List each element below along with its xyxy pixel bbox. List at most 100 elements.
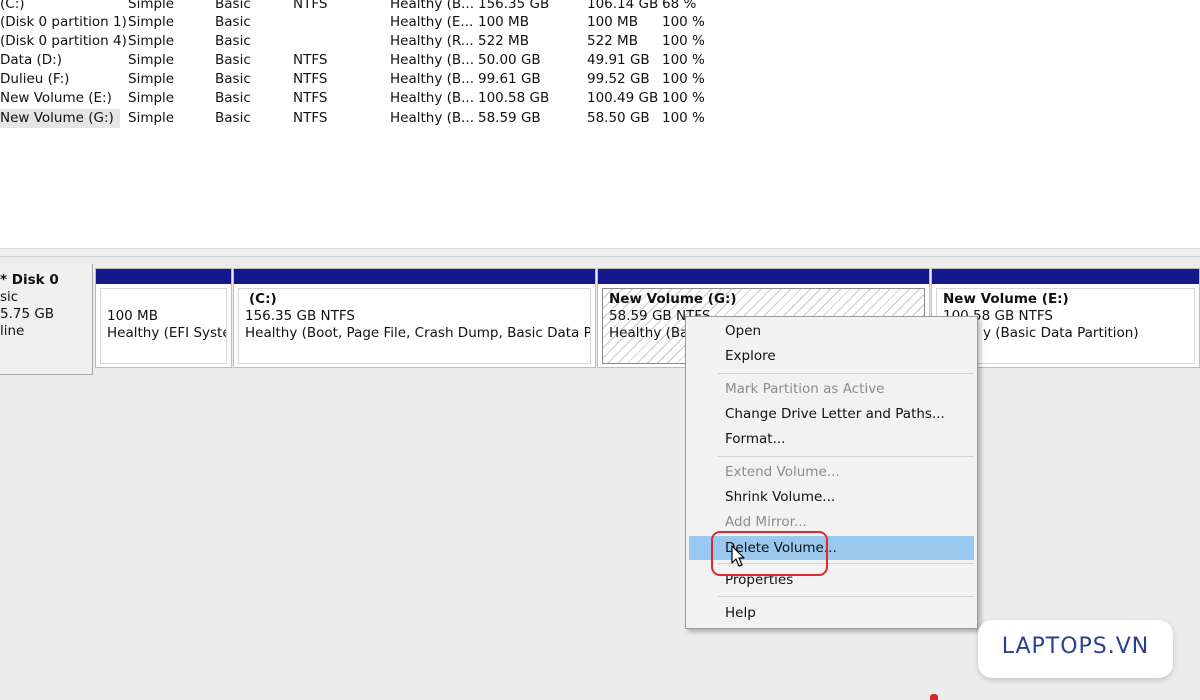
volume-name: Dulieu (F:) (0, 71, 70, 87)
volume-percent-free: 100 % (662, 14, 705, 30)
volume-capacity: 522 MB (478, 33, 529, 49)
partition-efi[interactable]: 100 MB Healthy (EFI System (95, 268, 232, 368)
volume-row[interactable]: (C:) Simple Basic NTFS Healthy (B... 156… (0, 0, 720, 14)
volume-row[interactable]: New Volume (E:) Simple Basic NTFS Health… (0, 89, 720, 108)
volume-layout: Simple (128, 71, 175, 87)
decorative-mark (930, 694, 938, 700)
volume-type: Basic (215, 0, 251, 12)
volume-row[interactable]: (Disk 0 partition 1) Simple Basic Health… (0, 13, 720, 32)
partition-name: New Volume (G:) (609, 291, 737, 307)
volume-status: Healthy (B... (390, 0, 475, 12)
menu-item-change-drive-letter[interactable]: Change Drive Letter and Paths... (689, 403, 974, 425)
volume-percent-free: 100 % (662, 52, 705, 68)
volume-status: Healthy (B... (390, 71, 475, 87)
menu-item-format[interactable]: Format... (689, 428, 974, 450)
disk-info-panel[interactable]: * Disk 0 sic 5.75 GB line (0, 264, 93, 375)
volume-name: (Disk 0 partition 1) (0, 14, 127, 30)
volume-file-system: NTFS (293, 90, 328, 106)
volume-layout: Simple (128, 33, 175, 49)
volume-percent-free: 68 % (662, 0, 697, 12)
volume-file-system: NTFS (293, 0, 328, 12)
partition-header-bar (234, 269, 595, 284)
menu-item-label: Explore (725, 348, 776, 364)
pane-splitter[interactable] (0, 248, 1200, 257)
volume-row-selected[interactable]: New Volume (G:) Simple Basic NTFS Health… (0, 109, 720, 128)
menu-separator (718, 373, 974, 374)
partition-size: 156.35 GB NTFS (245, 308, 355, 324)
volume-row[interactable]: Data (D:) Simple Basic NTFS Healthy (B..… (0, 51, 720, 70)
volume-name: (Disk 0 partition 4) (0, 33, 127, 49)
menu-item-open[interactable]: Open (689, 320, 974, 342)
volume-file-system: NTFS (293, 110, 328, 126)
volume-free-space: 99.52 GB (587, 71, 650, 87)
volume-free-space: 522 MB (587, 33, 638, 49)
menu-item-label: Shrink Volume... (725, 489, 836, 505)
disk-status: line (0, 323, 25, 339)
volume-status: Healthy (R... (390, 33, 474, 49)
volume-row[interactable]: (Disk 0 partition 4) Simple Basic Health… (0, 32, 720, 51)
menu-item-explore[interactable]: Explore (689, 345, 974, 367)
volume-type: Basic (215, 52, 251, 68)
watermark-text: LAPTOPS.VN (1001, 634, 1150, 659)
volume-list: (C:) Simple Basic NTFS Healthy (B... 156… (0, 0, 1200, 248)
menu-item-label: Extend Volume... (725, 464, 840, 480)
volume-free-space: 100.49 GB (587, 90, 659, 106)
partition-status: Healthy (Boot, Page File, Crash Dump, Ba… (245, 325, 591, 341)
annotation-highlight-box (711, 531, 828, 576)
partition-c[interactable]: (C:) 156.35 GB NTFS Healthy (Boot, Page … (233, 268, 596, 368)
menu-item-shrink-volume[interactable]: Shrink Volume... (689, 486, 974, 508)
partition-header-bar (932, 269, 1199, 284)
volume-percent-free: 100 % (662, 71, 705, 87)
volume-capacity: 100 MB (478, 14, 529, 30)
menu-item-extend-volume[interactable]: Extend Volume... (689, 461, 974, 483)
volume-type: Basic (215, 14, 251, 30)
volume-percent-free: 100 % (662, 90, 705, 106)
disk-type: sic (0, 289, 19, 305)
disk-name: * Disk 0 (0, 272, 59, 288)
volume-name: Data (D:) (0, 52, 63, 68)
partition-name: (C:) (249, 291, 277, 307)
volume-file-system: NTFS (293, 71, 328, 87)
volume-capacity: 100.58 GB (478, 90, 550, 106)
volume-free-space: 100 MB (587, 14, 638, 30)
volume-type: Basic (215, 33, 251, 49)
volume-type: Basic (215, 71, 251, 87)
partition-name: New Volume (E:) (943, 291, 1069, 307)
menu-item-label: Add Mirror... (725, 514, 807, 530)
menu-item-label: Open (725, 323, 762, 339)
volume-free-space: 58.50 GB (587, 110, 650, 126)
partition-status: Healthy (EFI System (107, 325, 226, 341)
disk-size: 5.75 GB (0, 306, 55, 322)
volume-layout: Simple (128, 14, 175, 30)
menu-item-label: Change Drive Letter and Paths... (725, 406, 945, 422)
volume-status: Healthy (B... (390, 110, 475, 126)
volume-status: Healthy (B... (390, 52, 475, 68)
partition-header-bar (598, 269, 929, 284)
menu-item-add-mirror[interactable]: Add Mirror... (689, 511, 974, 533)
volume-file-system: NTFS (293, 52, 328, 68)
volume-name: New Volume (E:) (0, 90, 112, 106)
menu-item-label: Help (725, 605, 756, 621)
menu-separator (718, 596, 974, 597)
volume-free-space: 106.14 GB (587, 0, 659, 12)
volume-status: Healthy (E... (390, 14, 474, 30)
volume-capacity: 58.59 GB (478, 110, 541, 126)
volume-name: (C:) (0, 0, 25, 12)
partition-size: 100 MB (107, 308, 158, 324)
volume-layout: Simple (128, 110, 175, 126)
volume-percent-free: 100 % (662, 33, 705, 49)
disk-icon: * (0, 272, 8, 288)
partition-header-bar (96, 269, 231, 284)
menu-item-help[interactable]: Help (689, 602, 974, 624)
menu-separator (718, 456, 974, 457)
volume-layout: Simple (128, 52, 175, 68)
volume-capacity: 99.61 GB (478, 71, 541, 87)
partition-body: (C:) 156.35 GB NTFS Healthy (Boot, Page … (238, 288, 591, 364)
volume-capacity: 156.35 GB (478, 0, 550, 12)
menu-item-label: Format... (725, 431, 786, 447)
menu-item-mark-active[interactable]: Mark Partition as Active (689, 378, 974, 400)
volume-row[interactable]: Dulieu (F:) Simple Basic NTFS Healthy (B… (0, 70, 720, 89)
volume-percent-free: 100 % (662, 110, 705, 126)
volume-type: Basic (215, 110, 251, 126)
mouse-pointer-icon (731, 545, 745, 567)
